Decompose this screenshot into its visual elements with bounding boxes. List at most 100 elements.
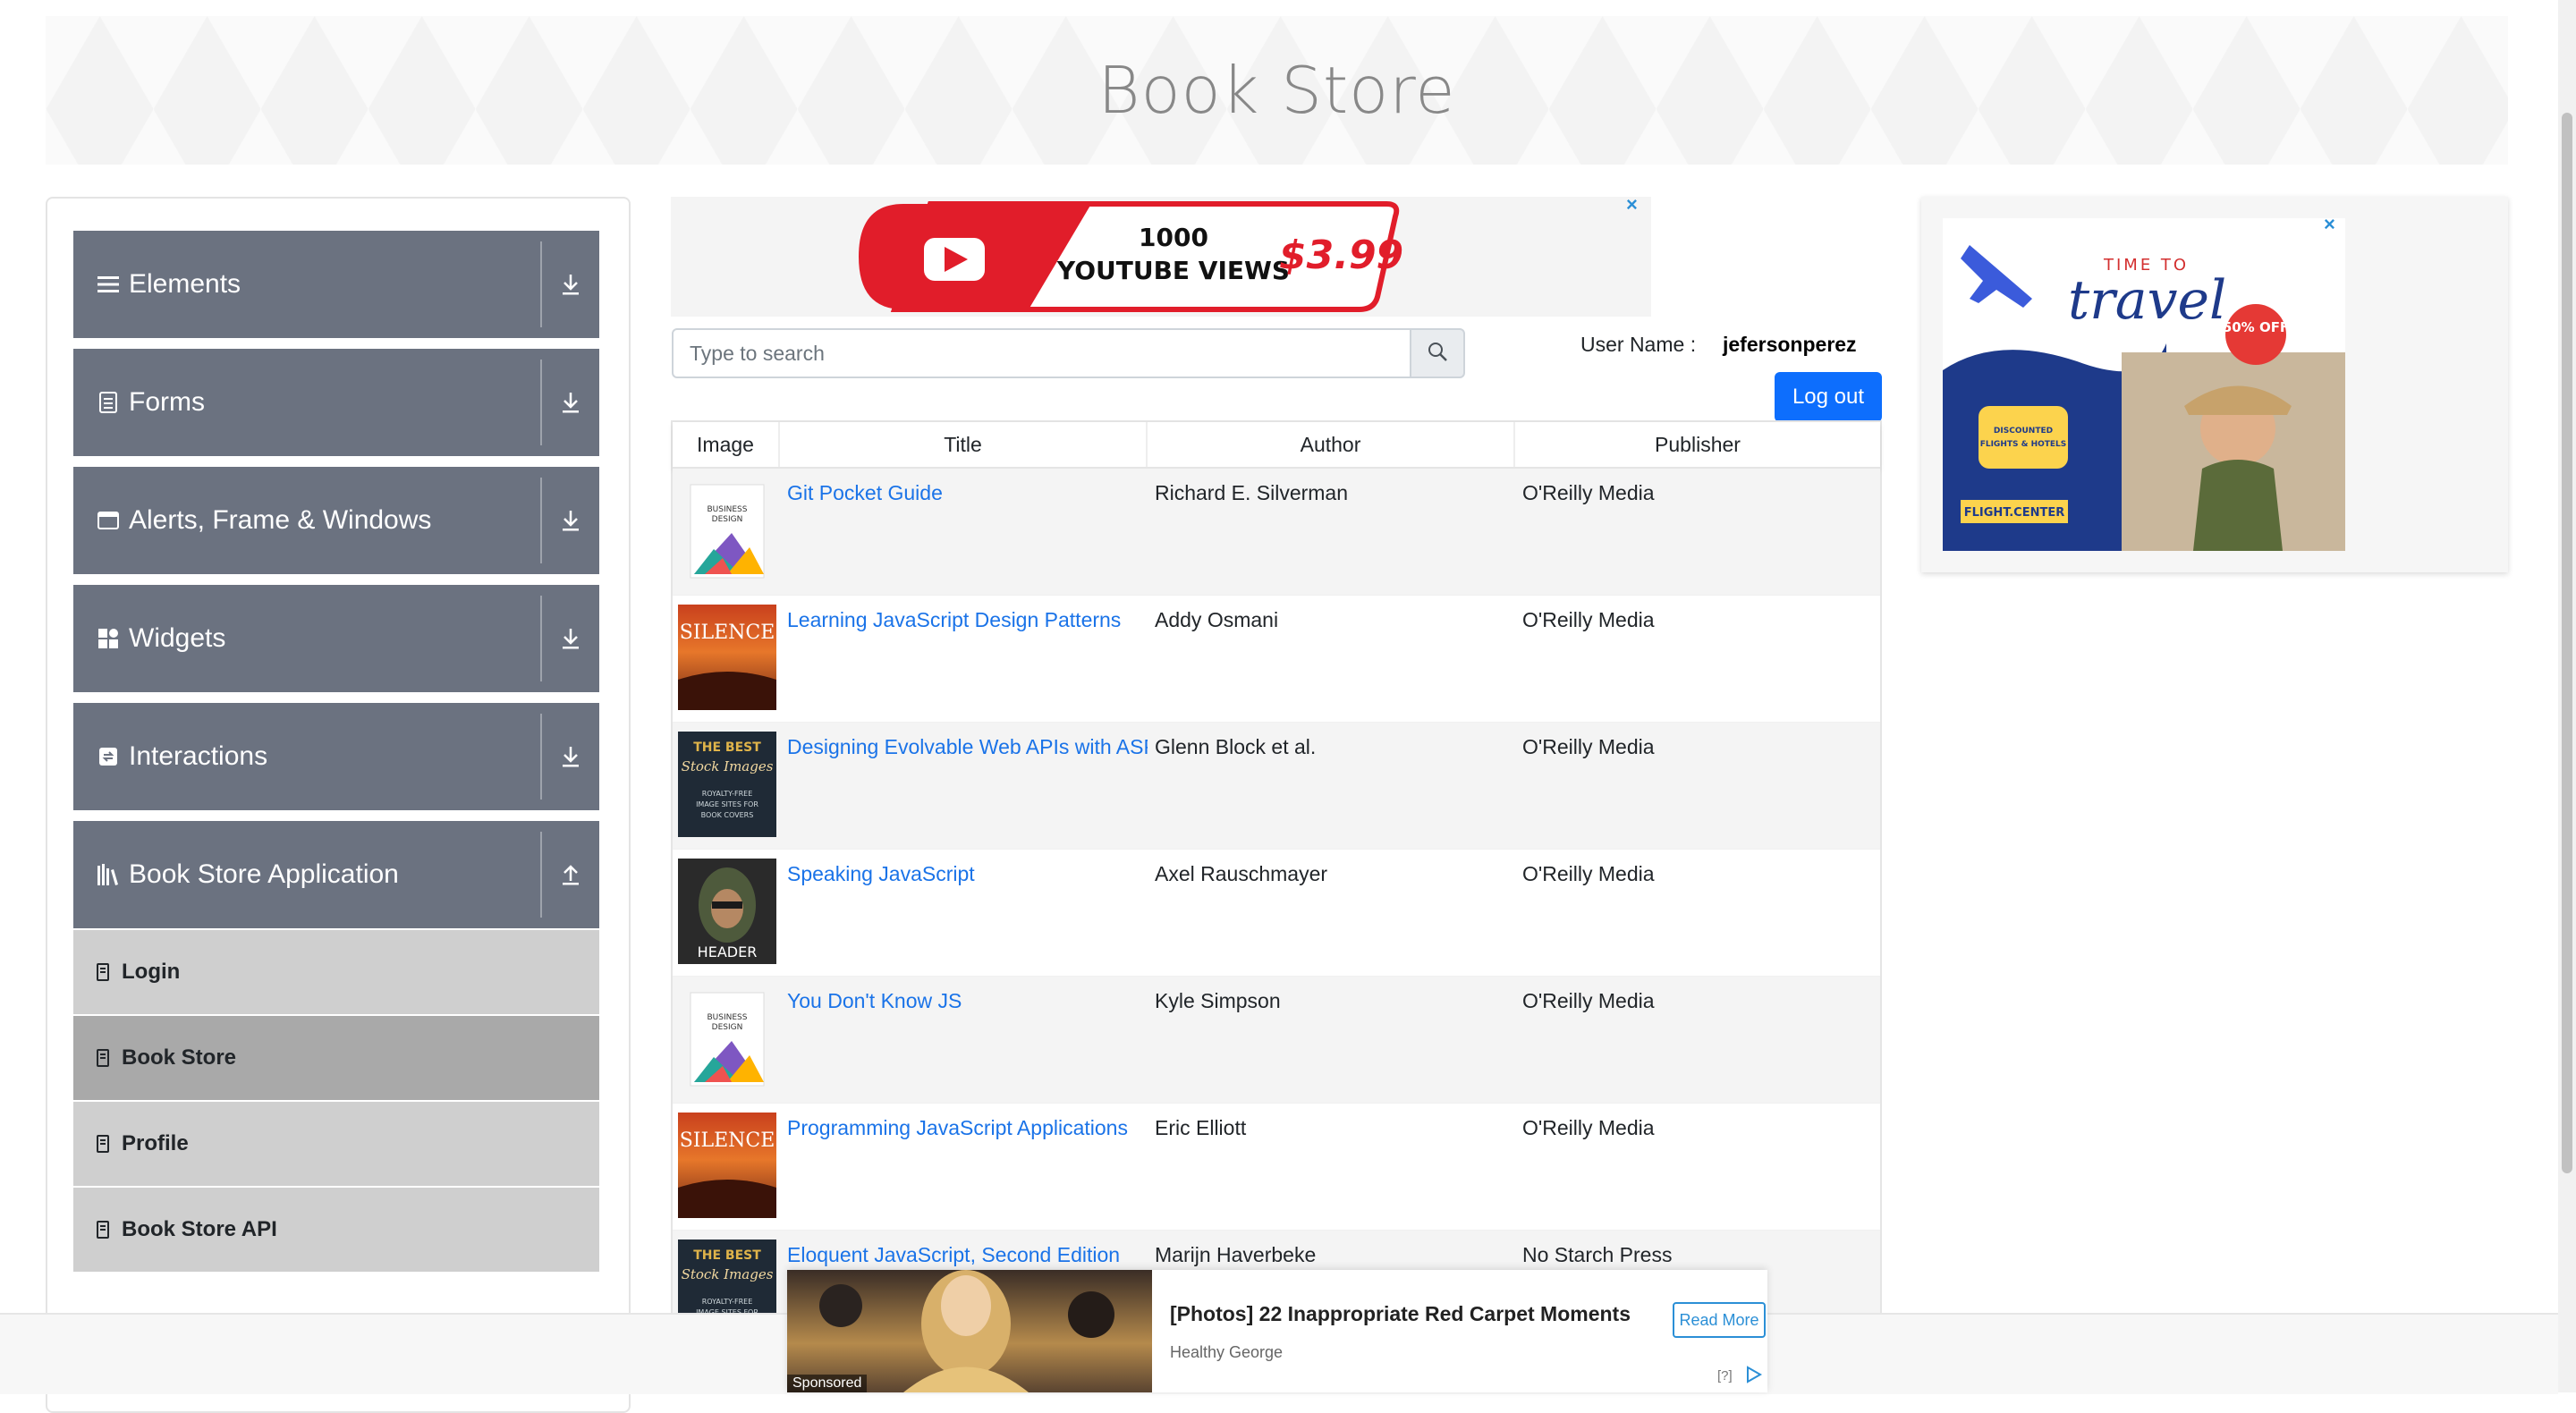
scrollbar-thumb[interactable]	[2562, 113, 2572, 1173]
book-title-link[interactable]: You Don't Know JS	[787, 989, 962, 1012]
logout-button[interactable]: Log out	[1775, 372, 1882, 422]
sidebar-item-label: Profile	[122, 1131, 189, 1155]
sidebar-group-label: Interactions	[129, 741, 268, 771]
svg-text:SILENCE: SILENCE	[680, 622, 775, 644]
svg-text:THE BEST: THE BEST	[693, 740, 761, 755]
sidebar-item-label: Book Store	[122, 1045, 237, 1070]
sidebar-group-alerts[interactable]: Alerts, Frame & Windows	[73, 467, 599, 574]
download-arrow-icon[interactable]	[542, 745, 599, 768]
book-cover-image: THE BEST Stock Images ROYALTY-FREE IMAGE SI…	[678, 732, 776, 837]
book-icon	[97, 962, 111, 982]
youtube-views-ad[interactable]: 1000 YOUTUBE VIEWS $3.99	[671, 197, 1651, 317]
svg-text:THE BEST: THE BEST	[693, 1248, 761, 1263]
table-row: HEADER Speaking JavaScript Axel Rauschma…	[673, 850, 1880, 977]
svg-text:1000: 1000	[1139, 223, 1208, 252]
close-icon[interactable]: ×	[2324, 213, 2335, 236]
sidebar-item-book-store[interactable]: Book Store	[73, 1016, 599, 1100]
book-author: Richard E. Silverman	[1155, 481, 1349, 504]
svg-text:Stock Images: Stock Images	[682, 758, 774, 774]
table-row: BUSINESS DESIGN Git Pocket Guide Richard …	[673, 469, 1880, 596]
travel-ad-graphic: 50% OFF TIME TO travel DISCOUNTED FLIGHT…	[1943, 218, 2345, 551]
book-author: Axel Rauschmayer	[1155, 862, 1328, 885]
book-title-link[interactable]: Programming JavaScript Applications	[787, 1116, 1128, 1139]
download-arrow-icon[interactable]	[542, 273, 599, 296]
read-more-button[interactable]: Read More	[1673, 1302, 1766, 1338]
page-title: Book Store	[1097, 53, 1456, 128]
book-publisher: O'Reilly Media	[1522, 1116, 1655, 1139]
book-cover-image: BUSINESS DESIGN	[678, 986, 776, 1091]
svg-text:BUSINESS: BUSINESS	[708, 1013, 748, 1022]
column-header-author[interactable]: Author	[1148, 422, 1515, 467]
column-header-image[interactable]: Image	[673, 422, 780, 467]
window-icon	[97, 509, 120, 532]
book-author: Glenn Block et al.	[1155, 735, 1317, 758]
sponsored-label: Sponsored	[787, 1375, 868, 1392]
svg-text:FLIGHT.CENTER: FLIGHT.CENTER	[1964, 506, 2064, 520]
svg-text:ROYALTY-FREE: ROYALTY-FREE	[702, 790, 753, 798]
interactions-icon	[97, 745, 120, 768]
book-cover-image: SILENCE	[678, 605, 776, 710]
svg-text:HEADER: HEADER	[698, 943, 758, 960]
svg-text:BUSINESS: BUSINESS	[708, 505, 748, 514]
form-icon	[97, 391, 120, 414]
sidebar-group-elements[interactable]: Elements	[73, 231, 599, 338]
svg-text:travel: travel	[2068, 269, 2226, 332]
sidebar-group-label: Alerts, Frame & Windows	[129, 505, 432, 535]
youtube-ad-graphic: 1000 YOUTUBE VIEWS $3.99	[859, 201, 1403, 312]
sidebar-group-forms[interactable]: Forms	[73, 349, 599, 456]
user-name-value: jefersonperez	[1723, 333, 1857, 356]
book-title-link[interactable]: Learning JavaScript Design Patterns	[787, 608, 1121, 631]
svg-text:DISCOUNTED: DISCOUNTED	[1994, 427, 2053, 436]
svg-text:YOUTUBE VIEWS: YOUTUBE VIEWS	[1056, 256, 1290, 285]
adchoices-icon[interactable]	[1744, 1365, 1764, 1389]
download-arrow-icon[interactable]	[542, 391, 599, 414]
header-banner: Book Store	[46, 16, 2508, 165]
book-publisher: O'Reilly Media	[1522, 862, 1655, 885]
column-header-publisher[interactable]: Publisher	[1515, 422, 1880, 467]
sidebar-item-login[interactable]: Login	[73, 930, 599, 1014]
download-arrow-icon[interactable]	[542, 627, 599, 650]
book-author: Eric Elliott	[1155, 1116, 1247, 1139]
table-row: SILENCE Programming JavaScript Applicati…	[673, 1104, 1880, 1231]
table-header: Image Title Author Publisher	[673, 422, 1880, 469]
column-header-title[interactable]: Title	[780, 422, 1148, 467]
upload-arrow-icon[interactable]	[542, 863, 599, 886]
book-publisher: O'Reilly Media	[1522, 608, 1655, 631]
sidebar-group-book-store-application[interactable]: Book Store Application	[73, 821, 599, 928]
sidebar-item-profile[interactable]: Profile	[73, 1102, 599, 1186]
svg-text:IMAGE SITES FOR: IMAGE SITES FOR	[696, 800, 758, 808]
book-publisher: O'Reilly Media	[1522, 481, 1655, 504]
table-row: THE BEST Stock Images ROYALTY-FREE IMAGE SI…	[673, 723, 1880, 850]
hamburger-icon	[97, 273, 120, 296]
ad-source: Healthy George	[1170, 1343, 1284, 1361]
book-title-link[interactable]: Git Pocket Guide	[787, 481, 943, 504]
ad-info-label[interactable]: [?]	[1717, 1368, 1733, 1383]
sidebar-group-interactions[interactable]: Interactions	[73, 703, 599, 810]
sidebar-group-label: Widgets	[129, 623, 226, 653]
sidebar-group-label: Forms	[129, 387, 205, 417]
book-author: Kyle Simpson	[1155, 989, 1281, 1012]
user-name-label: User Name :	[1580, 333, 1697, 356]
book-title-link[interactable]: Speaking JavaScript	[787, 862, 975, 885]
download-arrow-icon[interactable]	[542, 509, 599, 532]
book-icon	[97, 1134, 111, 1154]
book-title-link[interactable]: Designing Evolvable Web APIs with ASP.NE…	[787, 735, 1148, 758]
svg-text:DESIGN: DESIGN	[712, 1023, 743, 1032]
sponsored-ad[interactable]: Sponsored [Photos] 22 Inappropriate Red …	[787, 1270, 1767, 1392]
sidebar-group-label: Elements	[129, 269, 242, 299]
search-button[interactable]	[1410, 328, 1465, 378]
book-icon	[97, 1220, 111, 1240]
book-author: Addy Osmani	[1155, 608, 1279, 631]
travel-ad[interactable]: 50% OFF TIME TO travel DISCOUNTED FLIGHT…	[1921, 197, 2508, 572]
sidebar-item-book-store-api[interactable]: Book Store API	[73, 1188, 599, 1272]
sidebar-group-widgets[interactable]: Widgets	[73, 585, 599, 692]
book-cover-image: BUSINESS DESIGN	[678, 478, 776, 583]
search-input[interactable]: Type to search	[672, 328, 1411, 378]
widgets-icon	[97, 627, 120, 650]
ad-headline[interactable]: [Photos] 22 Inappropriate Red Carpet Mom…	[1170, 1302, 1631, 1326]
close-icon[interactable]: ×	[1626, 193, 1638, 216]
table-row: BUSINESS DESIGN You Don't Know JS Kyle Si…	[673, 977, 1880, 1104]
book-title-link[interactable]: Eloquent JavaScript, Second Edition	[787, 1243, 1120, 1266]
svg-text:ROYALTY-FREE: ROYALTY-FREE	[702, 1298, 753, 1306]
book-icon	[97, 1048, 111, 1068]
